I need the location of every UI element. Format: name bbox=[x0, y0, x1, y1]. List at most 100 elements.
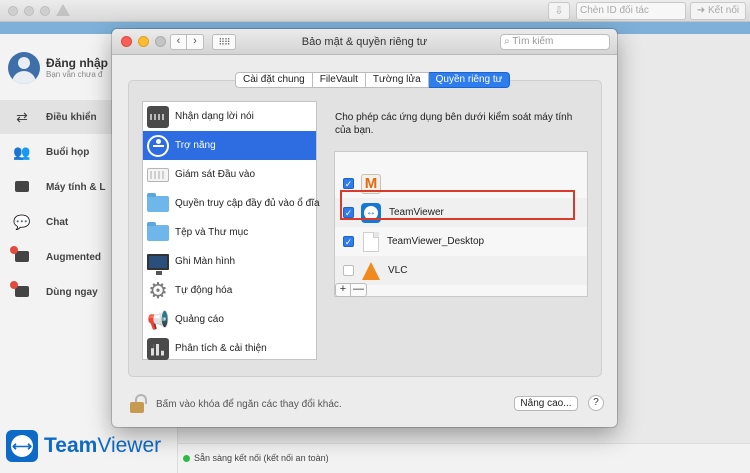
zoom-button[interactable] bbox=[155, 36, 166, 47]
tab-filevault[interactable]: FileVault bbox=[312, 72, 366, 88]
lock-icon[interactable] bbox=[130, 394, 148, 413]
app-checkbox[interactable] bbox=[343, 265, 354, 276]
app-list: ✓ M ✓ TeamViewer ✓ TeamViewer_Desktop VL… bbox=[334, 151, 588, 297]
chart-icon bbox=[147, 337, 169, 360]
accessibility-icon bbox=[147, 134, 169, 157]
sidebar-item-label: Chat bbox=[46, 216, 69, 228]
minimize-window-button[interactable] bbox=[24, 6, 34, 16]
sidebar-item-label: Augmented bbox=[46, 251, 101, 263]
document-icon bbox=[363, 231, 379, 252]
tab-firewall[interactable]: Tường lửa bbox=[365, 72, 429, 88]
app-row-m[interactable]: ✓ M bbox=[335, 169, 587, 198]
app-name: TeamViewer bbox=[389, 207, 444, 218]
logo-text-viewer: Viewer bbox=[97, 434, 162, 457]
app-row-vlc[interactable]: VLC bbox=[335, 256, 587, 285]
logo-text: TeamViewer bbox=[44, 434, 161, 458]
zoom-window-button[interactable] bbox=[40, 6, 50, 16]
arrows-icon: ⇄ bbox=[16, 109, 28, 125]
add-remove-buttons: + — bbox=[335, 283, 367, 297]
teamviewer-titlebar: ⇩ Chèn ID đối tác ➜ Kết nối bbox=[0, 0, 750, 22]
megaphone-icon: 📢 bbox=[147, 309, 170, 330]
accessibility-description: Cho phép các ứng dụng bên dưới kiểm soát… bbox=[335, 112, 573, 136]
remove-app-button[interactable]: — bbox=[351, 283, 367, 297]
category-input-monitoring[interactable]: Giám sát Đầu vào bbox=[143, 160, 316, 189]
category-label: Quảng cáo bbox=[175, 314, 224, 325]
window-controls bbox=[8, 6, 50, 16]
download-button[interactable]: ⇩ bbox=[548, 2, 570, 20]
category-label: Ghi Màn hình bbox=[175, 256, 236, 267]
window-title: Bảo mật & quyền riêng tư bbox=[301, 36, 428, 48]
category-files-folders[interactable]: Tệp và Thư mục bbox=[143, 218, 316, 247]
connect-arrow-icon: ➜ bbox=[696, 5, 709, 16]
status-bar: Sẵn sàng kết nối (kết nối an toàn) bbox=[178, 443, 750, 473]
avatar[interactable] bbox=[8, 52, 40, 84]
app-row-teamviewer-desktop[interactable]: ✓ TeamViewer_Desktop bbox=[335, 227, 587, 256]
monitor-icon bbox=[147, 253, 169, 275]
category-label: Quyền truy cập đầy đủ vào ổ đĩa bbox=[175, 198, 320, 209]
search-placeholder: Tìm kiếm bbox=[512, 36, 554, 47]
app-checkbox[interactable]: ✓ bbox=[343, 207, 354, 218]
tab-general[interactable]: Cài đặt chung bbox=[235, 72, 313, 88]
chevron-left-icon: ‹ bbox=[176, 35, 181, 47]
connect-button[interactable]: ➜ Kết nối bbox=[690, 2, 746, 20]
show-all-button[interactable]: ⠿⠿ bbox=[212, 34, 236, 50]
category-full-disk-access[interactable]: Quyền truy cập đầy đủ vào ổ đĩa bbox=[143, 189, 320, 218]
privacy-category-list: Nhận dạng lời nói Trợ năng Giám sát Đầu … bbox=[142, 101, 320, 363]
grid-icon: ⠿⠿ bbox=[218, 37, 230, 47]
app-checkbox[interactable]: ✓ bbox=[343, 178, 354, 189]
advanced-button[interactable]: Nâng cao... bbox=[514, 396, 578, 411]
login-subtitle: Bạn vẫn chưa đ bbox=[46, 70, 103, 79]
app-name: VLC bbox=[388, 265, 408, 276]
app-row-teamviewer[interactable]: ✓ TeamViewer bbox=[335, 198, 587, 227]
teamviewer-icon bbox=[361, 202, 381, 223]
category-automation[interactable]: ⚙ Tự động hóa bbox=[143, 276, 316, 305]
teamviewer-logo: TeamViewer bbox=[6, 430, 161, 462]
lock-text: Bấm vào khóa để ngăn các thay đổi khác. bbox=[156, 399, 342, 410]
close-window-button[interactable] bbox=[8, 6, 18, 16]
search-input[interactable]: ⌕ Tìm kiếm bbox=[500, 34, 610, 50]
category-label: Tệp và Thư mục bbox=[175, 227, 249, 238]
minimize-button[interactable] bbox=[138, 36, 149, 47]
partner-id-input[interactable]: Chèn ID đối tác bbox=[576, 2, 686, 20]
list-top-spacer bbox=[335, 152, 587, 169]
connect-label: Kết nối bbox=[708, 5, 740, 16]
vlc-icon bbox=[362, 261, 380, 280]
speech-icon bbox=[147, 105, 169, 128]
category-label: Nhận dạng lời nói bbox=[175, 111, 254, 122]
search-icon: ⌕ bbox=[504, 36, 513, 47]
back-button[interactable]: ‹ bbox=[170, 34, 187, 50]
forward-button[interactable]: › bbox=[187, 34, 204, 50]
category-advertising[interactable]: 📢 Quảng cáo bbox=[143, 305, 316, 334]
sidebar-item-label: Máy tính & L bbox=[46, 181, 106, 193]
m-app-icon: M bbox=[361, 173, 381, 194]
tab-privacy[interactable]: Quyền riêng tư bbox=[428, 72, 511, 88]
sidebar-item-label: Dùng ngay bbox=[46, 286, 98, 298]
chat-icon: 💬 bbox=[13, 214, 31, 230]
help-button[interactable]: ? bbox=[588, 395, 604, 411]
category-accessibility[interactable]: Trợ năng bbox=[143, 131, 316, 160]
contacts-icon bbox=[13, 179, 31, 195]
login-title[interactable]: Đăng nhập bbox=[46, 56, 108, 70]
category-analytics[interactable]: Phân tích & cải thiện bbox=[143, 334, 316, 363]
keyboard-icon bbox=[147, 167, 169, 182]
engage-icon bbox=[10, 281, 31, 300]
category-screen-recording[interactable]: Ghi Màn hình bbox=[143, 247, 316, 276]
category-label: Phân tích & cải thiện bbox=[175, 343, 267, 354]
sidebar-item-label: Điều khiển bbox=[46, 111, 97, 123]
close-button[interactable] bbox=[121, 36, 132, 47]
teamviewer-logo-icon bbox=[6, 430, 38, 462]
people-icon: 👥 bbox=[13, 144, 31, 160]
augmented-icon bbox=[10, 246, 31, 265]
category-label: Giám sát Đầu vào bbox=[175, 169, 256, 180]
add-app-button[interactable]: + bbox=[335, 283, 351, 297]
window-titlebar: ‹ › ⠿⠿ Bảo mật & quyền riêng tư ⌕ Tìm ki… bbox=[112, 29, 617, 55]
category-label: Trợ năng bbox=[175, 140, 216, 151]
status-text: Sẵn sàng kết nối (kết nối an toàn) bbox=[194, 453, 329, 463]
tab-bar: Cài đặt chung FileVault Tường lửa Quyền … bbox=[235, 72, 511, 88]
category-speech-recognition[interactable]: Nhận dạng lời nói bbox=[143, 102, 316, 131]
app-checkbox[interactable]: ✓ bbox=[343, 236, 354, 247]
status-dot-icon bbox=[183, 455, 190, 462]
folder-icon bbox=[147, 192, 169, 212]
category-label: Tự động hóa bbox=[175, 285, 233, 296]
gear-icon: ⚙ bbox=[148, 277, 168, 303]
